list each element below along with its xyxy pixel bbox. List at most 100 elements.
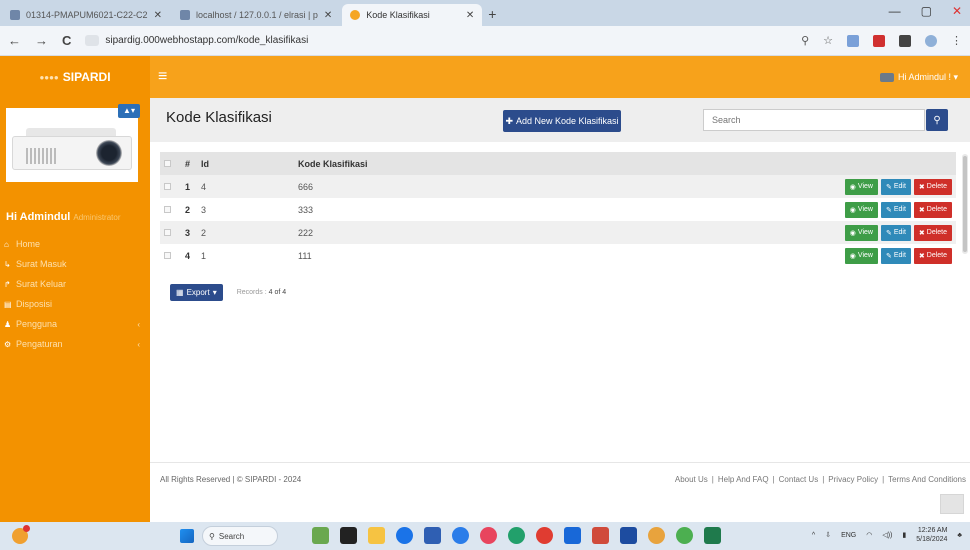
clock-time: 12:26 AM: [917, 527, 948, 534]
sidebar-item-disposisi[interactable]: ▤ Disposisi: [0, 294, 150, 314]
zoom-icon[interactable]: ⚲: [801, 34, 809, 47]
weather-widget-icon[interactable]: [12, 525, 30, 544]
extension-icon[interactable]: [847, 34, 859, 47]
language-indicator[interactable]: ENG: [841, 532, 856, 539]
user-dropdown-badge[interactable]: ▲▾: [118, 104, 140, 118]
table-scrollbar[interactable]: [962, 154, 968, 254]
close-window-icon[interactable]: ✕: [952, 4, 962, 18]
view-button[interactable]: ◉ View: [844, 201, 878, 218]
widgets-icon[interactable]: [312, 527, 329, 544]
sidebar-item-home[interactable]: ⌂ Home: [0, 234, 150, 254]
column-header-id[interactable]: Id: [201, 159, 298, 169]
view-button[interactable]: ◉ View: [844, 247, 878, 264]
taskbar-search[interactable]: ⚲ Search: [202, 526, 278, 546]
scrollbar-thumb[interactable]: [963, 156, 967, 252]
app-icon[interactable]: [620, 527, 637, 544]
delete-button[interactable]: ✖ Delete: [913, 224, 952, 241]
reload-button[interactable]: C: [62, 33, 71, 48]
start-button-icon[interactable]: [180, 529, 194, 543]
edge-icon[interactable]: [396, 527, 413, 544]
edit-button[interactable]: ✎ Edit: [880, 201, 911, 218]
app-icon[interactable]: [480, 527, 497, 544]
row-checkbox[interactable]: [164, 252, 171, 259]
user-menu[interactable]: Hi Admindul ! ▾: [879, 72, 958, 83]
row-checkbox[interactable]: [164, 229, 171, 236]
footer-link-privacy[interactable]: Privacy Policy: [828, 475, 878, 484]
taskbar-search-label: Search: [218, 531, 245, 541]
profile-icon[interactable]: [925, 34, 937, 47]
close-tab-icon[interactable]: ✕: [154, 10, 162, 21]
gear-icon: ⚙: [4, 339, 12, 349]
search-button[interactable]: ⚲: [926, 109, 948, 131]
chevron-up-icon[interactable]: ^: [812, 532, 815, 539]
battery-icon[interactable]: ▮: [902, 531, 906, 539]
add-kode-klasifikasi-button[interactable]: ✚ Add New Kode Klasifikasi: [503, 110, 621, 132]
row-id: 4: [201, 181, 207, 192]
menu-toggle-icon[interactable]: ≡: [158, 68, 167, 86]
close-tab-icon[interactable]: ✕: [324, 10, 332, 21]
footer-link-terms[interactable]: Terms And Conditions: [888, 475, 966, 484]
bookmark-star-icon[interactable]: ☆: [823, 34, 833, 47]
opera-icon[interactable]: [536, 527, 553, 544]
sidebar-item-pengguna[interactable]: ♟ Pengguna ‹: [0, 314, 150, 334]
task-view-icon[interactable]: [340, 527, 357, 544]
row-checkbox[interactable]: [164, 183, 171, 190]
file-explorer-icon[interactable]: [368, 527, 385, 544]
clock[interactable]: 12:26 AM 5/18/2024: [916, 526, 947, 544]
volume-icon[interactable]: ◁)): [882, 531, 892, 539]
minimize-icon[interactable]: —: [889, 4, 901, 18]
extension-icon[interactable]: [873, 34, 885, 47]
row-number: 2: [185, 204, 191, 215]
app-icon[interactable]: [704, 527, 721, 544]
wifi-icon[interactable]: ◠: [866, 531, 872, 539]
view-label: View: [857, 252, 873, 259]
new-tab-button[interactable]: +: [488, 6, 496, 22]
app-icon[interactable]: [564, 527, 581, 544]
close-tab-icon[interactable]: ✕: [466, 10, 474, 21]
maximize-icon[interactable]: ▢: [921, 4, 932, 18]
chrome-icon[interactable]: [676, 527, 693, 544]
select-all-checkbox[interactable]: [164, 160, 171, 167]
sidebar-item-surat-masuk[interactable]: ↳ Surat Masuk: [0, 254, 150, 274]
sidebar-username: Hi Admindul: [6, 211, 71, 223]
extensions-puzzle-icon[interactable]: [899, 34, 911, 47]
view-button[interactable]: ◉ View: [844, 178, 878, 195]
app-icon[interactable]: [508, 527, 525, 544]
back-button[interactable]: ←: [8, 33, 21, 48]
notification-bell-icon[interactable]: ♣: [957, 532, 962, 539]
delete-button[interactable]: ✖ Delete: [913, 201, 952, 218]
browser-tab-2[interactable]: localhost / 127.0.0.1 / elrasi | p ✕: [172, 4, 340, 26]
search-input[interactable]: [703, 109, 925, 131]
edit-button[interactable]: ✎ Edit: [880, 224, 911, 241]
column-header-kode[interactable]: Kode Klasifikasi: [298, 159, 956, 169]
edit-button[interactable]: ✎ Edit: [880, 178, 911, 195]
site-info-icon[interactable]: [85, 35, 100, 46]
edit-button[interactable]: ✎ Edit: [880, 247, 911, 264]
export-button[interactable]: ▦ Export ▾: [170, 284, 223, 301]
usb-icon[interactable]: ⇩: [825, 531, 831, 539]
footer-link-contact[interactable]: Contact Us: [779, 475, 819, 484]
edit-icon: ✎: [885, 183, 892, 191]
footer-link-help[interactable]: Help And FAQ: [718, 475, 769, 484]
forward-button[interactable]: →: [35, 33, 48, 48]
brand-logo[interactable]: ●●●● SIPARDI: [0, 56, 150, 98]
add-button-label: Add New Kode Klasifikasi: [515, 116, 619, 126]
edit-icon: ✎: [885, 206, 892, 214]
view-button[interactable]: ◉ View: [844, 224, 878, 241]
delete-button[interactable]: ✖ Delete: [913, 247, 952, 264]
browser-tab-1[interactable]: 01314-PMAPUM6021-C22-C2 ✕: [2, 4, 170, 26]
image-placeholder-icon: [940, 494, 964, 514]
url-field[interactable]: sipardig.000webhostapp.com/kode_klasifik…: [85, 35, 345, 46]
store-icon[interactable]: [424, 527, 441, 544]
sidebar-item-pengaturan[interactable]: ⚙ Pengaturan ‹: [0, 334, 150, 354]
app-icon[interactable]: [592, 527, 609, 544]
delete-button[interactable]: ✖ Delete: [913, 178, 952, 195]
row-checkbox[interactable]: [164, 206, 171, 213]
browser-menu-icon[interactable]: ⋮: [951, 34, 962, 47]
app-header: ●●●● SIPARDI ≡ Hi Admindul ! ▾: [0, 56, 970, 98]
app-icon[interactable]: [452, 527, 469, 544]
chrome-icon[interactable]: [648, 527, 665, 544]
footer-link-about[interactable]: About Us: [675, 475, 708, 484]
sidebar-item-surat-keluar[interactable]: ↱ Surat Keluar: [0, 274, 150, 294]
browser-tab-3[interactable]: Kode Klasifikasi ✕: [342, 4, 483, 26]
